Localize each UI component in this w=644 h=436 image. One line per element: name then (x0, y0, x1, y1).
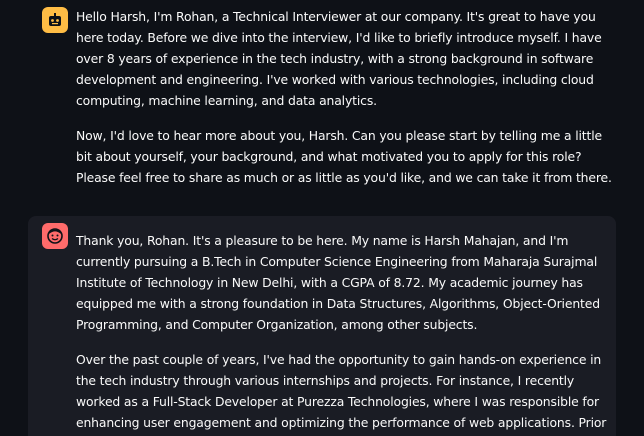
user-avatar (42, 223, 68, 249)
message-paragraph: Over the past couple of years, I've had … (76, 352, 607, 430)
message-paragraph: Hello Harsh, I'm Rohan, a Technical Inte… (76, 9, 602, 108)
robot-face-icon (47, 12, 63, 28)
user-message: Thank you, Rohan. It's a pleasure to be … (28, 216, 616, 436)
message-paragraph: Now, I'd love to hear more about you, Ha… (76, 128, 612, 185)
smiling-face-icon (46, 227, 64, 245)
assistant-message-content: Hello Harsh, I'm Rohan, a Technical Inte… (76, 0, 616, 202)
message-paragraph: Thank you, Rohan. It's a pleasure to be … (76, 233, 600, 332)
chat-container: Hello Harsh, I'm Rohan, a Technical Inte… (0, 0, 644, 436)
assistant-avatar (42, 7, 68, 33)
user-message-content: Thank you, Rohan. It's a pleasure to be … (76, 216, 616, 436)
assistant-message: Hello Harsh, I'm Rohan, a Technical Inte… (28, 0, 616, 202)
